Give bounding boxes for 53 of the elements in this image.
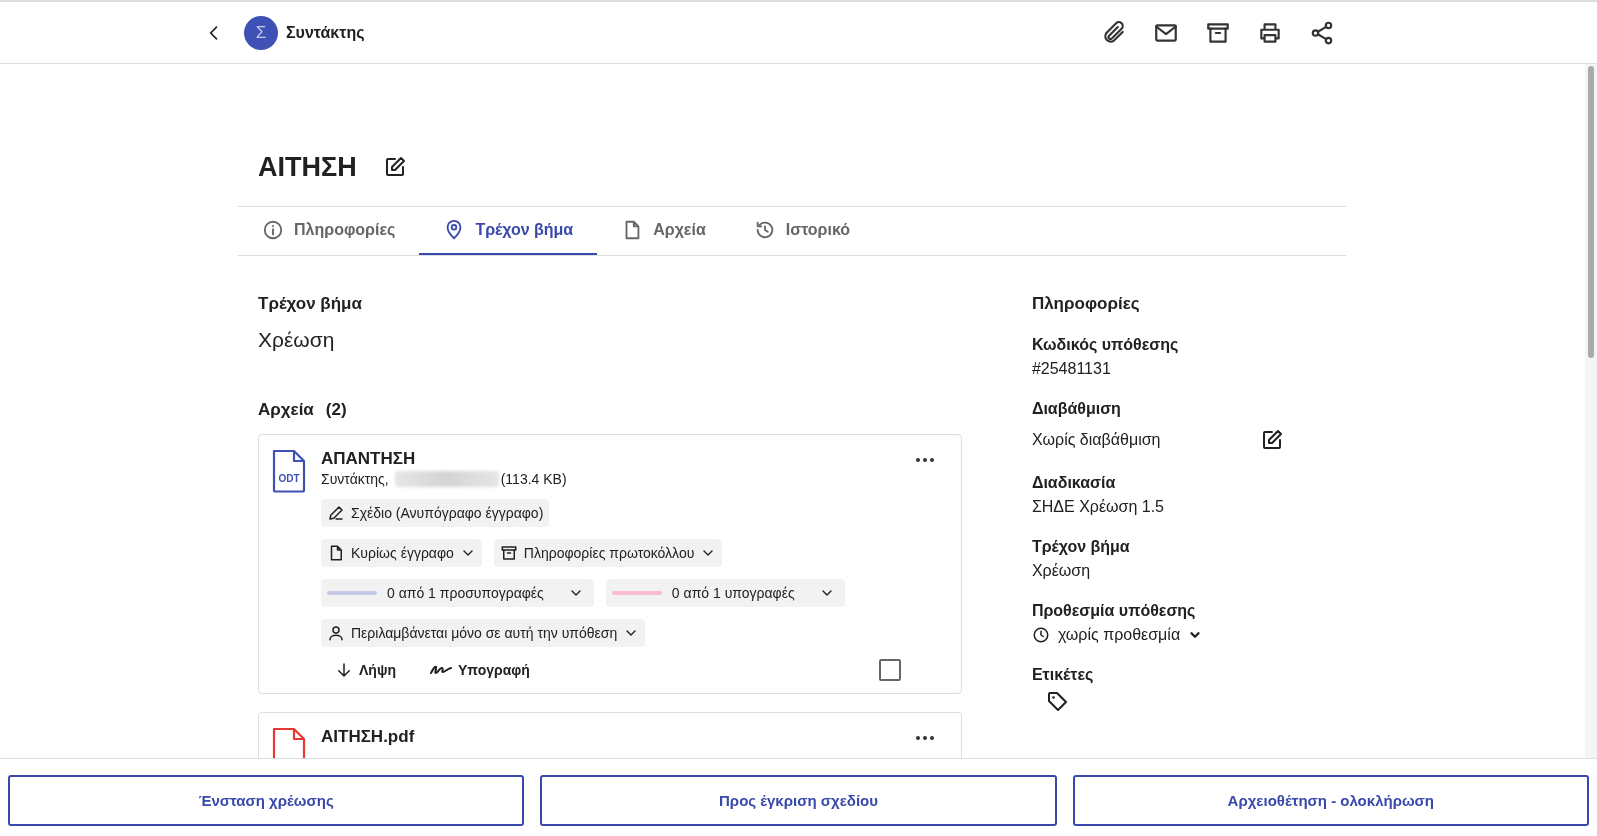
info-icon [262, 219, 284, 241]
tab[interactable]: Τρέχον βήμα [419, 207, 598, 255]
more-icon[interactable] [914, 457, 935, 463]
field-label: Κωδικός υπόθεσης [1031, 336, 1180, 354]
action-button[interactable]: Προς έγκριση σχεδίου [540, 775, 1057, 826]
field-label: Προθεσμία υπόθεσης [1031, 602, 1197, 620]
progress-dropdown[interactable]: 0 από 1 υπογραφές [605, 579, 845, 607]
pdf-file-icon [271, 727, 307, 758]
scrollbar[interactable] [1585, 64, 1597, 758]
share-icon[interactable] [1309, 19, 1335, 46]
file-name[interactable]: ΑΠΑΝΤΗΣΗ [321, 449, 901, 469]
tab[interactable]: Ιστορικό [729, 207, 875, 255]
section-heading: Τρέχον βήμα [258, 294, 363, 314]
app-avatar: Σ [244, 15, 278, 50]
file-size: (113.4 KB) [500, 471, 567, 487]
tag-icon[interactable] [1045, 690, 1070, 714]
download-icon [335, 661, 353, 679]
file-author: Συντάκτης, [321, 471, 389, 487]
role-dropdown[interactable]: Κυρίως έγγραφο [321, 539, 482, 567]
protocol-dropdown[interactable]: Πληροφορίες πρωτοκόλλου [493, 539, 723, 567]
field-value: ΣΗΔΕ Χρέωση 1.5 [1031, 498, 1165, 516]
file-name[interactable]: ΑΙΤΗΣΗ.pdf [321, 727, 901, 747]
clock-icon [1031, 626, 1050, 644]
field-label: Διαδικασία [1031, 474, 1117, 492]
pencil-icon [327, 504, 345, 522]
section-heading: Πληροφορίες [1031, 294, 1141, 314]
tab[interactable]: Αρχεία [597, 207, 730, 255]
scope-dropdown[interactable]: Περιλαμβάνεται μόνο σε αυτή την υπόθεση [321, 619, 646, 647]
archive-icon [499, 544, 518, 562]
field-label: Τρέχον βήμα [1031, 538, 1131, 556]
signature-icon [430, 665, 452, 675]
more-icon[interactable] [914, 735, 935, 741]
field-label: Ετικέτες [1031, 666, 1095, 684]
action-button[interactable]: Αρχειοθέτηση - ολοκλήρωση [1072, 775, 1589, 826]
field-value: Χρέωση [1031, 562, 1092, 580]
app-name: Συντάκτης [286, 23, 365, 42]
status-text: Σχέδιο (Ανυπόγραφο έγγραφο) [351, 505, 544, 521]
document-title: ΑΙΤΗΣΗ [258, 151, 357, 183]
action-button[interactable]: Ένσταση χρέωσης [8, 775, 525, 826]
sign-button[interactable]: Υπογραφή [430, 662, 530, 678]
person-icon [327, 624, 345, 642]
tab[interactable]: Πληροφορίες [238, 207, 420, 255]
field-value: #25481131 [1031, 360, 1112, 378]
field-label: Διαβάθμιση [1031, 400, 1122, 418]
file-count: (2) [325, 400, 347, 420]
paperclip-icon[interactable] [1101, 19, 1127, 46]
deadline-dropdown[interactable]: χωρίς προθεσμία [1031, 626, 1203, 644]
field-value: Χωρίς διαβάθμιση [1031, 431, 1161, 449]
download-button[interactable]: Λήψη [335, 661, 396, 679]
current-step: Χρέωση [258, 328, 962, 352]
select-checkbox[interactable] [878, 659, 901, 681]
section-heading: Αρχεία [258, 400, 314, 420]
progress-dropdown[interactable]: 0 από 1 προσυπογραφές [321, 579, 594, 607]
